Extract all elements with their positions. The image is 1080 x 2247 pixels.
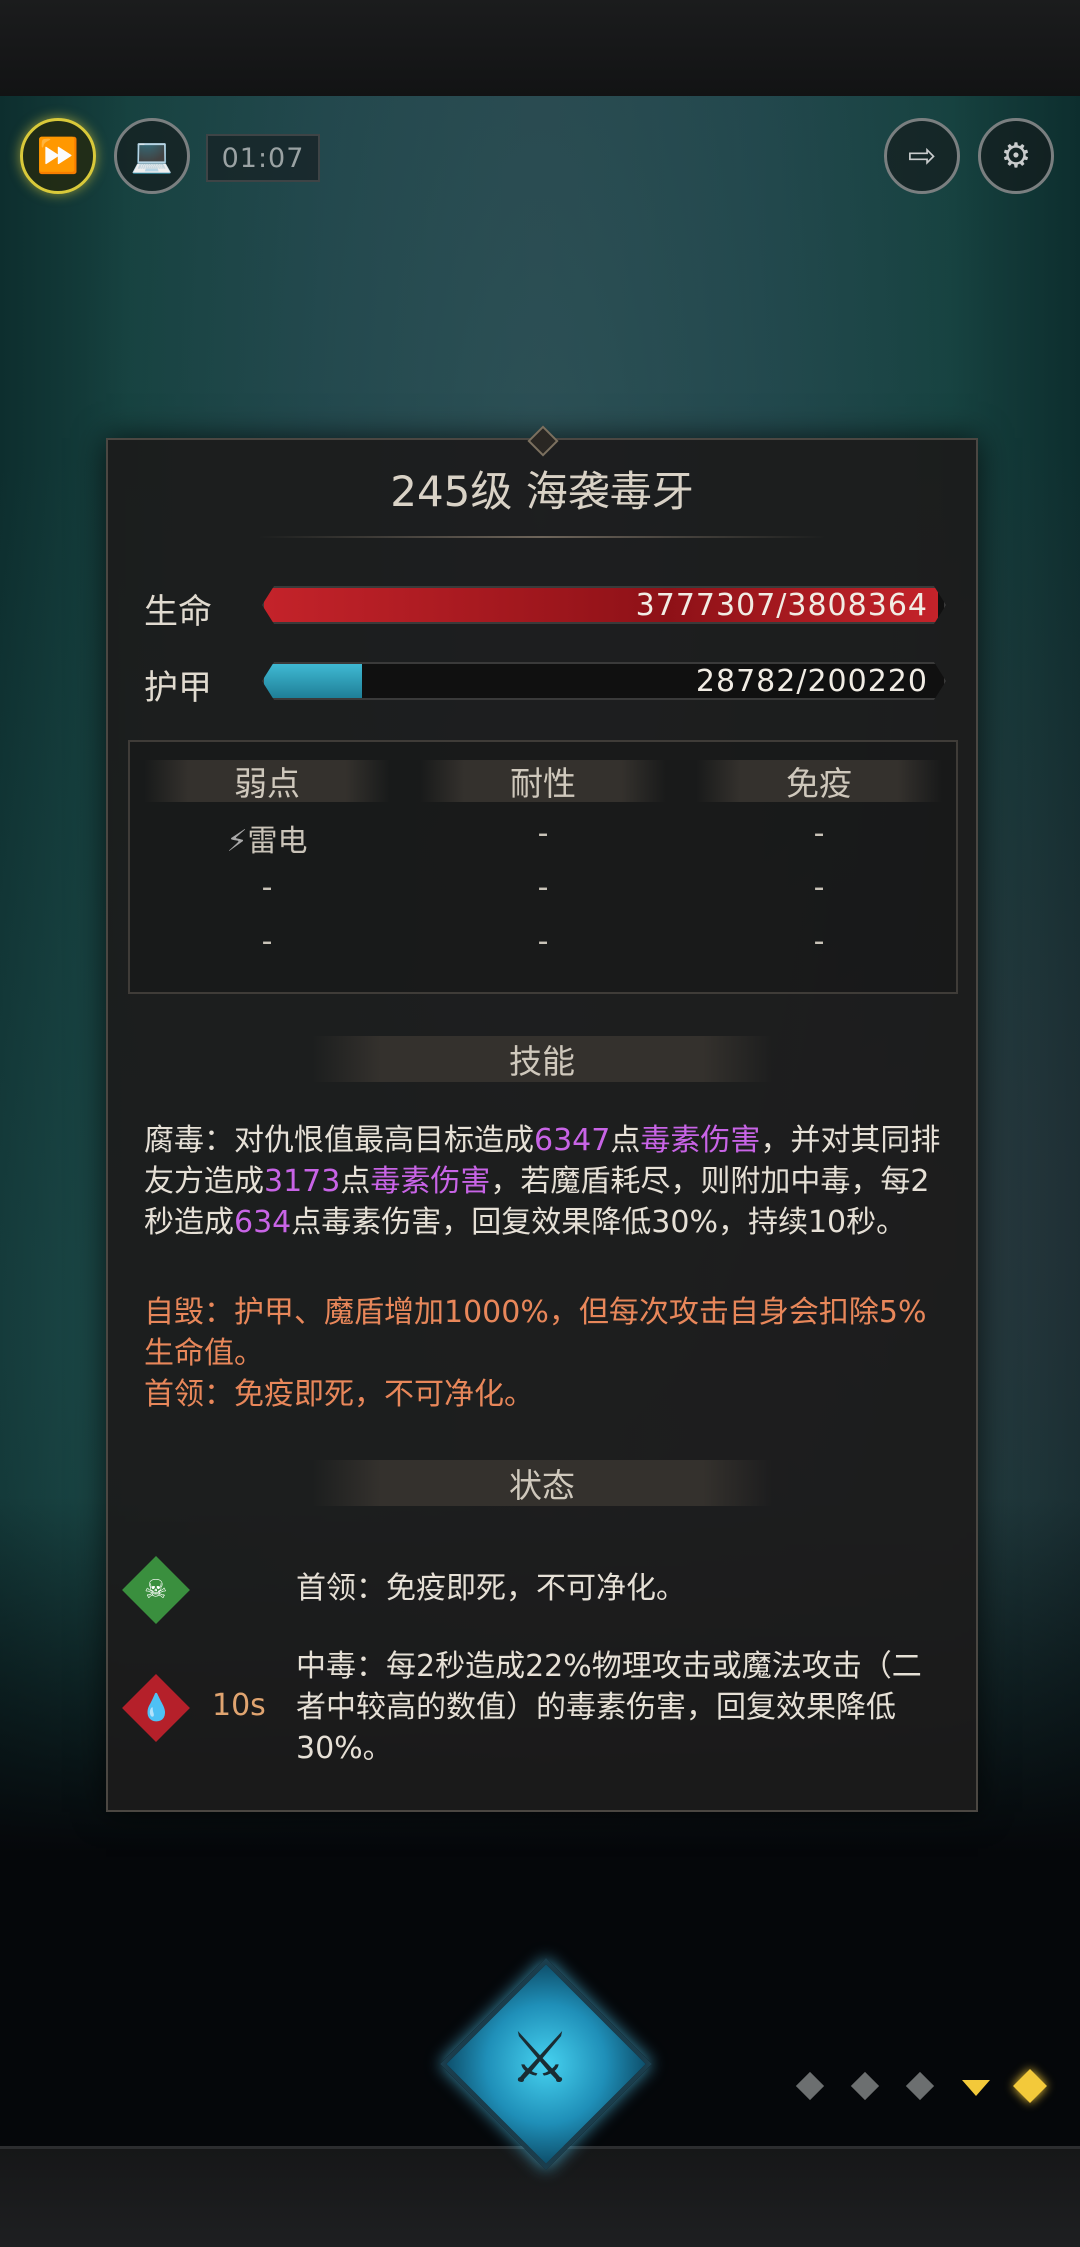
hp-value: 3777307/3808364 [635,587,928,623]
skill-corrosion: 腐毒：对仇恨值最高目标造成6347点毒素伤害，并对其同排友方造成3173点毒素伤… [144,1123,941,1240]
exit-button[interactable]: ⇨ [884,118,960,194]
weakness-cell: - [261,924,273,959]
poison-duration: 10s [212,1688,266,1723]
lightning-shield-icon: ⚡ [226,824,248,859]
weakness-value: 雷电 [247,824,308,859]
poison-drops-icon: 💧 [122,1674,190,1742]
hp-label: 生命 [144,592,212,632]
skills-header: 技能 [312,1036,772,1082]
status-header: 状态 [312,1460,772,1506]
skull-icon: ☠ [122,1556,190,1624]
title-divider [258,536,826,538]
auto-battle-button[interactable]: 💻 [114,118,190,194]
resistance-header: 耐性 [420,760,666,803]
immunity-cell: - [813,924,825,959]
crossed-swords-icon: ⚔ [508,2017,572,2099]
settings-button[interactable]: ⚙ [978,118,1054,194]
skill-self-destruct: 自毁：护甲、魔盾增加1000%，但每次攻击自身会扣除5%生命值。 [144,1295,927,1371]
auto-battle-icon: 💻 [130,136,174,176]
armor-bar-fill [264,664,362,698]
armor-bar: 28782/200220 [262,662,946,700]
resistance-table: 弱点 耐性 免疫 ⚡雷电 - - - - - - - - [128,740,958,994]
status-poison-text: 中毒：每2秒造成22%物理攻击或魔法攻击（二者中较高的数值）的毒素伤害，回复效果… [296,1649,922,1766]
enemy-info-panel: 245级 海袭毒牙 生命 3777307/3808364 护甲 28782/20… [106,425,978,1812]
enemy-title: 245级 海袭毒牙 [390,467,694,516]
weakness-cell: ⚡雷电 [144,816,390,860]
skill-boss: 首领：免疫即死，不可净化。 [144,1377,534,1412]
immunity-header: 免疫 [696,760,942,803]
gear-icon: ⚙ [1000,136,1032,176]
resistance-cell: - [537,870,549,905]
weakness-header: 弱点 [144,760,390,803]
armor-value: 28782/200220 [695,663,928,699]
resistance-cell: - [537,924,549,959]
status-boss-text: 首领：免疫即死，不可净化。 [296,1571,686,1606]
resistance-cell: - [537,816,549,851]
fast-forward-icon: ⏩ [36,136,80,176]
exit-door-icon: ⇨ [907,136,937,176]
top-frame [0,0,1080,99]
weakness-cell: - [261,870,273,905]
immunity-cell: - [813,870,825,905]
hp-bar: 3777307/3808364 [262,586,946,624]
battle-timer: 01:07 [206,134,320,182]
page-indicator-arrow [962,2080,990,2096]
immunity-cell: - [813,816,825,851]
armor-label: 护甲 [144,668,212,708]
fast-forward-button[interactable]: ⏩ [20,118,96,194]
